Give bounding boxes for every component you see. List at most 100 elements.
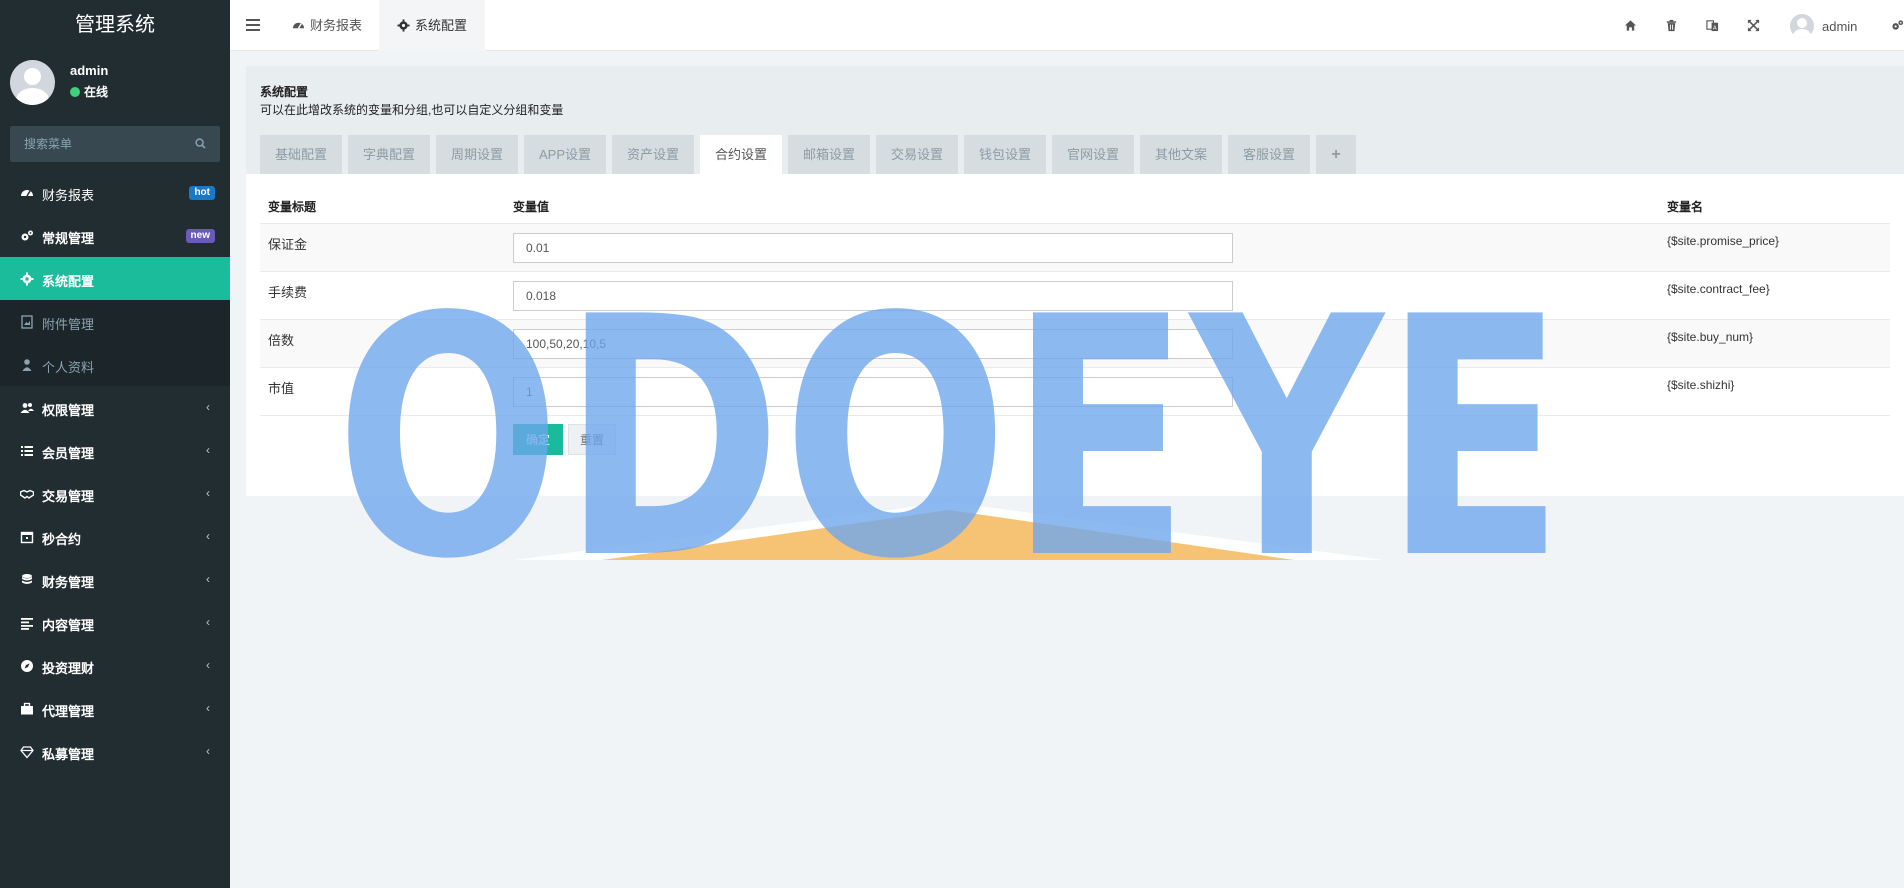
new-badge: new <box>185 229 215 243</box>
user-status-text: 在线 <box>84 85 109 99</box>
users-icon <box>20 403 34 413</box>
panel-heading: 系统配置 可以在此增改系统的变量和分组,也可以自定义分组和变量 基础配置 字典配… <box>246 66 1904 174</box>
tab-basic[interactable]: 基础配置 <box>260 135 342 174</box>
add-tab-button[interactable]: + <box>1316 135 1356 174</box>
topbar-avatar[interactable] <box>1790 14 1814 38</box>
tab-assets[interactable]: 资产设置 <box>612 135 694 174</box>
sidebar-item-permissions[interactable]: 权限管理 ‹ <box>0 386 230 429</box>
column-header-value: 变量值 <box>513 200 550 214</box>
tab-period[interactable]: 周期设置 <box>436 135 518 174</box>
trash-icon[interactable] <box>1665 19 1678 32</box>
row-title: 市值 <box>268 381 295 396</box>
row-variable-name: {$site.buy_num} <box>1667 330 1754 344</box>
search-input[interactable] <box>10 126 190 162</box>
app-logo-title[interactable]: 管理系统 <box>0 0 230 50</box>
hot-badge: hot <box>189 186 215 200</box>
sidebar-menu: 财务报表 hot 常规管理 new 系统配置 附件管理 个人资料 权限管理 ‹ … <box>0 171 230 773</box>
sidebar-item-private-equity[interactable]: 私募管理 ‹ <box>0 730 230 773</box>
sidebar-item-finance-report[interactable]: 财务报表 hot <box>0 171 230 214</box>
tab-website[interactable]: 官网设置 <box>1052 135 1134 174</box>
sidebar-item-content[interactable]: 内容管理 ‹ <box>0 601 230 644</box>
compass-icon <box>21 660 33 672</box>
table-row: 市值 {$site.shizhi} <box>260 367 1890 415</box>
chevron-left-icon: ‹ <box>206 701 210 715</box>
sidebar-item-agent[interactable]: 代理管理 ‹ <box>0 687 230 730</box>
align-left-icon <box>21 618 33 630</box>
column-header-title: 变量标题 <box>268 200 317 214</box>
sidebar-item-label: 私募管理 <box>42 747 95 762</box>
chevron-left-icon: ‹ <box>206 572 210 586</box>
reset-button[interactable]: 重置 <box>568 424 616 455</box>
tab-wallet[interactable]: 钱包设置 <box>964 135 1046 174</box>
buy-num-input[interactable] <box>513 329 1233 359</box>
tab-contract[interactable]: 合约设置 <box>700 135 782 174</box>
sidebar-item-attachments[interactable]: 附件管理 <box>0 300 230 343</box>
chevron-left-icon: ‹ <box>206 744 210 758</box>
sidebar: 管理系统 admin 在线 财务报表 hot 常规管理 new 系统配置 附件管… <box>0 0 230 888</box>
sidebar-item-investment[interactable]: 投资理财 ‹ <box>0 644 230 687</box>
tab-app[interactable]: APP设置 <box>524 135 606 174</box>
top-navbar: 财务报表 系统配置 A admin <box>230 0 1904 51</box>
tab-other-copy[interactable]: 其他文案 <box>1140 135 1222 174</box>
chevron-left-icon: ‹ <box>206 615 210 629</box>
sidebar-item-label: 个人资料 <box>42 360 95 375</box>
sidebar-item-label: 常规管理 <box>42 231 95 246</box>
page-description: 可以在此增改系统的变量和分组,也可以自定义分组和变量 <box>260 103 564 117</box>
sidebar-item-label: 秒合约 <box>42 532 82 547</box>
sidebar-item-system-config[interactable]: 系统配置 <box>0 257 230 300</box>
fullscreen-icon[interactable] <box>1747 19 1760 32</box>
sidebar-search <box>10 126 220 162</box>
tab-finance-report[interactable]: 财务报表 <box>274 0 380 51</box>
sidebar-item-members[interactable]: 会员管理 ‹ <box>0 429 230 472</box>
sidebar-item-second-contract[interactable]: 秒合约 ‹ <box>0 515 230 558</box>
row-title: 倍数 <box>268 333 295 348</box>
dashboard-icon <box>292 22 305 29</box>
sidebar-item-finance[interactable]: 财务管理 ‹ <box>0 558 230 601</box>
user-avatar <box>10 60 55 105</box>
sidebar-item-label: 财务报表 <box>42 188 95 203</box>
tab-trade[interactable]: 交易设置 <box>876 135 958 174</box>
promise-price-input[interactable] <box>513 233 1233 263</box>
sidebar-item-label: 系统配置 <box>42 274 95 289</box>
sidebar-item-label: 代理管理 <box>42 704 95 719</box>
sidebar-item-general[interactable]: 常规管理 new <box>0 214 230 257</box>
market-value-input[interactable] <box>513 377 1233 407</box>
table-row: 倍数 {$site.buy_num} <box>260 319 1890 367</box>
database-icon <box>22 574 32 584</box>
sidebar-item-trading[interactable]: 交易管理 ‹ <box>0 472 230 515</box>
file-image-icon <box>21 315 33 329</box>
row-title: 手续费 <box>268 285 308 300</box>
tab-email[interactable]: 邮箱设置 <box>788 135 870 174</box>
topbar-username[interactable]: admin <box>1822 19 1857 34</box>
submit-button[interactable]: 确定 <box>513 424 563 455</box>
tab-system-config[interactable]: 系统配置 <box>379 0 486 51</box>
chevron-left-icon: ‹ <box>206 658 210 672</box>
cogs-icon <box>21 230 33 241</box>
search-icon[interactable] <box>195 138 206 149</box>
menu-toggle-icon[interactable] <box>246 19 260 31</box>
sidebar-item-label: 权限管理 <box>42 403 95 418</box>
user-name: admin <box>70 63 109 78</box>
tab-label: 财务报表 <box>310 18 363 33</box>
sidebar-item-profile[interactable]: 个人资料 <box>0 343 230 386</box>
table-row: 保证金 {$site.promise_price} <box>260 223 1890 271</box>
language-icon[interactable]: A <box>1706 19 1719 32</box>
list-icon <box>21 446 33 456</box>
briefcase-icon <box>21 702 33 715</box>
chevron-left-icon: ‹ <box>206 400 210 414</box>
column-header-name: 变量名 <box>1667 200 1704 214</box>
tab-customer-service[interactable]: 客服设置 <box>1228 135 1310 174</box>
user-panel: admin 在线 <box>0 50 230 114</box>
sidebar-item-label: 投资理财 <box>42 661 95 676</box>
sidebar-item-label: 附件管理 <box>42 317 95 332</box>
contract-fee-input[interactable] <box>513 281 1233 311</box>
row-variable-name: {$site.contract_fee} <box>1667 282 1770 296</box>
home-icon[interactable] <box>1624 19 1637 32</box>
sidebar-item-label: 会员管理 <box>42 446 95 461</box>
row-title: 保证金 <box>268 237 308 252</box>
cogs-icon[interactable] <box>1891 19 1904 32</box>
user-status: 在线 <box>70 83 108 100</box>
sidebar-item-label: 内容管理 <box>42 618 95 633</box>
tab-dictionary[interactable]: 字典配置 <box>348 135 430 174</box>
user-icon <box>22 359 32 371</box>
